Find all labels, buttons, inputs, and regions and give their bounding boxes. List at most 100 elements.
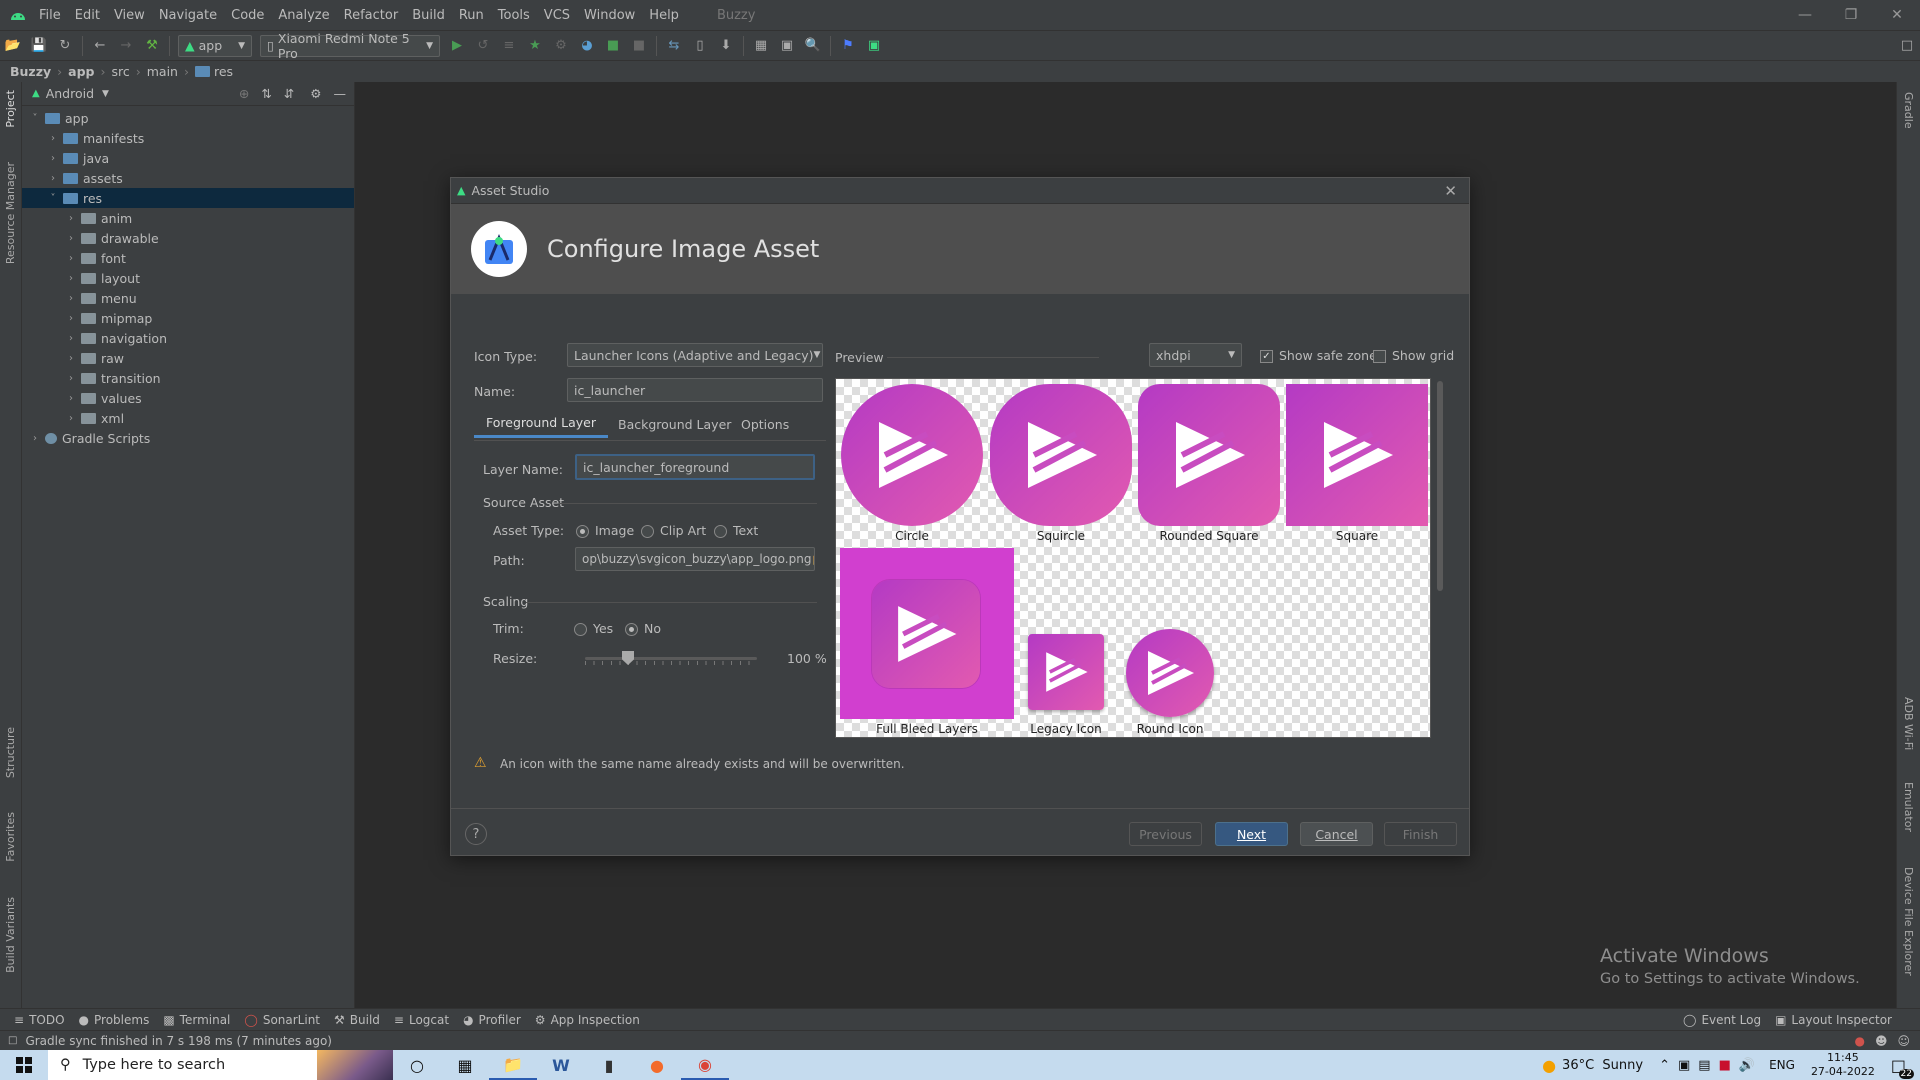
project-tool-tab[interactable]: Project (4, 90, 17, 128)
show-grid-checkbox[interactable]: Show grid (1373, 348, 1454, 363)
trim-yes-radio[interactable]: Yes (574, 621, 613, 636)
task-view-icon[interactable]: ▦ (441, 1050, 489, 1080)
breadcrumb-src[interactable]: src (111, 64, 129, 79)
word-icon[interactable]: W (537, 1050, 585, 1080)
status-message[interactable]: Gradle sync finished in 7 s 198 ms (7 mi… (25, 1034, 332, 1048)
emulator-tool-tab[interactable]: Emulator (1902, 782, 1915, 832)
tree-item[interactable]: ˅ res (22, 188, 354, 208)
language-indicator[interactable]: ENG (1769, 1058, 1795, 1072)
close-icon[interactable]: ✕ (1444, 182, 1457, 200)
tree-item[interactable]: › mipmap (22, 308, 354, 328)
feedback-icon[interactable]: ☺ (1897, 1034, 1910, 1048)
notifications-button[interactable]: □ 22 (1891, 1056, 1914, 1079)
device-file-explorer-tool-tab[interactable]: Device File Explorer (1902, 867, 1915, 976)
device-selector[interactable]: ▯ Xiaomi Redmi Note 5 Pro ▼ (260, 31, 440, 61)
cortana-icon[interactable]: ○ (393, 1050, 441, 1080)
sync-icon[interactable]: ↻ (52, 33, 78, 59)
build-variants-tool-tab[interactable]: Build Variants (4, 897, 17, 973)
volume-icon[interactable]: 🔊 (1739, 1058, 1755, 1073)
taskbar-search-box[interactable]: ⚲ Type here to search (48, 1050, 393, 1080)
previous-button[interactable]: Previous (1129, 822, 1202, 846)
tab-options[interactable]: Options (729, 410, 801, 438)
chevron-right-icon[interactable]: › (46, 153, 60, 164)
menu-refactor[interactable]: Refactor (337, 8, 406, 23)
todo-tab[interactable]: ≡ TODO (14, 1013, 65, 1027)
finish-button[interactable]: Finish (1384, 822, 1457, 846)
chevron-right-icon[interactable]: › (64, 293, 78, 304)
layout-inspector-icon[interactable]: ▣ (774, 33, 800, 59)
chevron-right-icon[interactable]: › (46, 173, 60, 184)
tree-item[interactable]: › navigation (22, 328, 354, 348)
chevron-right-icon[interactable]: › (46, 133, 60, 144)
next-button[interactable]: Next (1215, 822, 1288, 846)
tree-item[interactable]: › java (22, 148, 354, 168)
tab-foreground-layer[interactable]: Foreground Layer (474, 410, 608, 438)
chevron-down-icon[interactable]: ▼ (102, 89, 109, 99)
windows-start-icon[interactable] (0, 1050, 48, 1080)
error-indicator-icon[interactable]: ● (1854, 1034, 1864, 1048)
adb-wifi-tool-tab[interactable]: ADB Wi-Fi (1902, 697, 1915, 750)
layer-name-field[interactable]: ic_launcher_foreground (575, 454, 815, 480)
breadcrumb-app[interactable]: app (68, 64, 94, 79)
menu-navigate[interactable]: Navigate (152, 8, 224, 23)
sdk-manager-icon[interactable]: ⬇ (713, 33, 739, 59)
menu-view[interactable]: View (107, 8, 152, 23)
event-log-tab[interactable]: ◯ Event Log (1683, 1013, 1761, 1027)
asset-type-text-radio[interactable]: Text (714, 523, 758, 538)
profiler-tab[interactable]: ◕ Profiler (463, 1013, 521, 1027)
profile-icon[interactable]: ◕ (574, 33, 600, 59)
attach-debugger-icon[interactable]: ⚙ (548, 33, 574, 59)
menu-code[interactable]: Code (224, 8, 271, 23)
search-everywhere-icon[interactable]: 🔍 (800, 33, 826, 59)
resource-manager-tool-tab[interactable]: Resource Manager (4, 162, 17, 264)
make-project-icon[interactable]: ⚒ (139, 33, 165, 59)
tree-item[interactable]: › transition (22, 368, 354, 388)
asset-type-image-radio[interactable]: Image (576, 523, 634, 538)
name-field[interactable]: ic_launcher (567, 378, 823, 402)
tree-item[interactable]: › anim (22, 208, 354, 228)
close-window-icon[interactable]: ✕ (1874, 0, 1920, 30)
chevron-right-icon[interactable]: › (64, 233, 78, 244)
cancel-button[interactable]: Cancel (1300, 822, 1373, 846)
sonarlint-tab[interactable]: ◯ SonarLint (244, 1013, 320, 1027)
plugin-icon-2[interactable]: ▣ (861, 33, 887, 59)
chevron-right-icon[interactable]: › (64, 413, 78, 424)
apply-changes-icon[interactable]: ↺ (470, 33, 496, 59)
tree-item[interactable]: › layout (22, 268, 354, 288)
attach-icon[interactable]: ■ (600, 33, 626, 59)
file-explorer-icon[interactable]: 📁 (489, 1050, 537, 1080)
menu-run[interactable]: Run (452, 8, 491, 23)
network-icon[interactable]: ▤ (1698, 1058, 1710, 1073)
breadcrumb-project[interactable]: Buzzy (10, 64, 51, 79)
preview-scrollbar[interactable] (1437, 381, 1443, 591)
collapse-all-icon[interactable]: ⇵ (284, 86, 294, 101)
tree-item[interactable]: › assets (22, 168, 354, 188)
chevron-right-icon[interactable]: › (64, 253, 78, 264)
resize-slider[interactable] (585, 651, 757, 667)
chrome-icon[interactable]: ◉ (681, 1050, 729, 1080)
layout-inspector-tab[interactable]: ▣ Layout Inspector (1775, 1013, 1892, 1027)
menu-analyze[interactable]: Analyze (271, 8, 336, 23)
density-select[interactable]: xhdpi ▼ (1149, 343, 1242, 367)
menu-tools[interactable]: Tools (491, 8, 537, 23)
menu-build[interactable]: Build (405, 8, 452, 23)
tree-item[interactable]: › Gradle Scripts (22, 428, 354, 448)
expand-all-icon[interactable]: ⇅ (261, 86, 271, 101)
terminal-tab[interactable]: ▩ Terminal (163, 1013, 230, 1027)
minimize-icon[interactable]: — (1782, 0, 1828, 30)
gear-icon[interactable]: ⚙ (310, 86, 321, 101)
weather-text[interactable]: 36°C Sunny (1562, 1058, 1643, 1073)
antivirus-icon[interactable]: ■ (1719, 1058, 1731, 1073)
help-button[interactable]: ? (465, 823, 487, 845)
clock[interactable]: 11:45 27-04-2022 (1811, 1051, 1875, 1079)
tree-item[interactable]: › menu (22, 288, 354, 308)
breadcrumb-res[interactable]: res (214, 64, 233, 79)
logcat-tab[interactable]: ≡ Logcat (394, 1013, 449, 1027)
chevron-right-icon[interactable]: › (64, 333, 78, 344)
hide-panel-icon[interactable]: — (334, 86, 347, 101)
menu-window[interactable]: Window (577, 8, 642, 23)
tray-chevron-icon[interactable]: ⌃ (1659, 1058, 1670, 1073)
build-tab[interactable]: ⚒ Build (334, 1013, 380, 1027)
problems-tab[interactable]: ● Problems (79, 1013, 150, 1027)
run-icon[interactable]: ▶ (444, 33, 470, 59)
